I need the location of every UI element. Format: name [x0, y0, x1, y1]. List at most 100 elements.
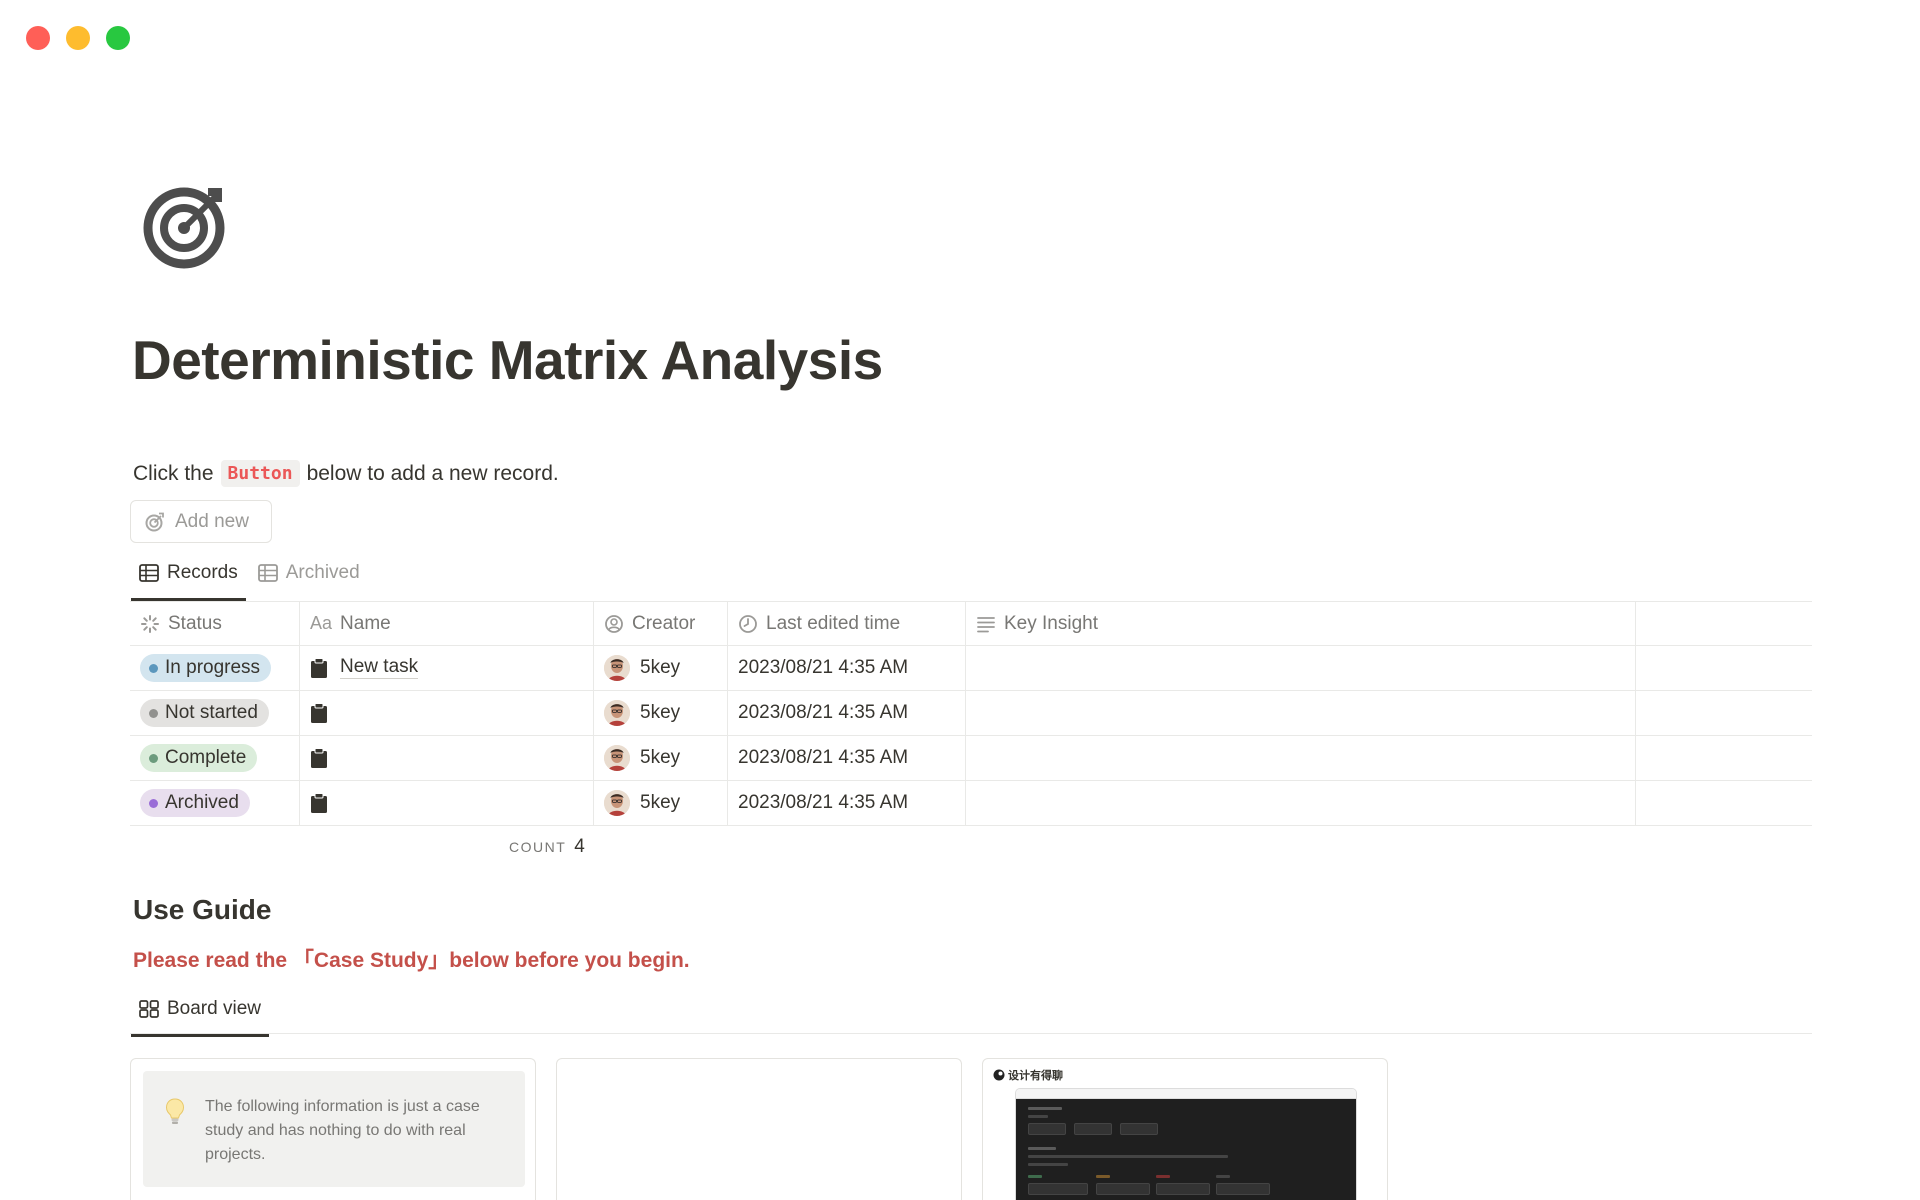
intro-after: below to add a new record. — [306, 461, 559, 485]
target-icon — [145, 512, 164, 531]
person-icon — [605, 614, 623, 633]
status-dot — [149, 708, 158, 718]
close-window-button[interactable] — [26, 26, 50, 50]
intro-before: Click the — [133, 461, 214, 485]
tab-board-view[interactable]: Board view — [131, 992, 269, 1037]
creator-name: 5key — [640, 792, 681, 813]
inline-code: Button — [220, 460, 300, 487]
table-row[interactable]: Not started 5key 2023/08/21 4:35 AM — [130, 691, 1812, 736]
column-creator-label: Creator — [632, 612, 696, 634]
lines-icon — [977, 616, 995, 632]
status-dot — [149, 798, 158, 808]
avatar — [604, 790, 630, 816]
board-view-tabs: Board view — [131, 992, 269, 1037]
table-icon — [257, 564, 278, 582]
record-name[interactable]: New task — [340, 656, 419, 679]
creator-name: 5key — [640, 747, 681, 768]
status-dot — [149, 663, 158, 673]
status-label: In progress — [165, 657, 261, 678]
creator-name: 5key — [640, 657, 681, 678]
card-cover-image — [1016, 1089, 1356, 1200]
divider — [130, 1033, 1812, 1034]
add-new-button[interactable]: Add new — [130, 500, 272, 543]
status-cell: Complete — [130, 736, 300, 780]
status-badge[interactable]: In progress — [140, 654, 272, 682]
time-cell: 2023/08/21 4:35 AM — [728, 691, 966, 735]
extra-cell — [1636, 781, 1812, 825]
name-cell: New task — [300, 646, 594, 690]
board-card[interactable]: The following information is just a case… — [130, 1058, 536, 1200]
column-status-label: Status — [168, 612, 222, 634]
column-key-insight-label: Key Insight — [1004, 612, 1098, 634]
status-cell: Not started — [130, 691, 300, 735]
maximize-window-button[interactable] — [106, 26, 130, 50]
clipboard-icon — [311, 793, 327, 813]
name-cell — [300, 781, 594, 825]
count-label: COUNT — [509, 839, 567, 855]
last-edited-value: 2023/08/21 4:35 AM — [738, 747, 909, 768]
status-dot — [149, 753, 158, 763]
tab-archived[interactable]: Archived — [250, 556, 368, 598]
table-row[interactable]: Complete 5key 2023/08/21 4:35 AM — [130, 736, 1812, 781]
clipboard-icon — [311, 703, 327, 723]
table-row[interactable]: Archived 5key 2023/08/21 4:35 AM — [130, 781, 1812, 826]
extra-cell — [1636, 736, 1812, 780]
last-edited-value: 2023/08/21 4:35 AM — [738, 792, 909, 813]
status-label: Not started — [165, 702, 258, 723]
insight-cell[interactable] — [966, 781, 1636, 825]
column-key-insight[interactable]: Key Insight — [966, 602, 1636, 645]
brand-logo-icon — [993, 1069, 1005, 1081]
records-table: Status Aa Name Creator Last edited time … — [130, 601, 1812, 826]
last-edited-value: 2023/08/21 4:35 AM — [738, 657, 909, 678]
creator-cell: 5key — [594, 781, 728, 825]
database-view-tabs: Records Archived — [131, 556, 368, 601]
board-card[interactable]: 设计有得聊 — [982, 1058, 1388, 1200]
creator-cell: 5key — [594, 646, 728, 690]
tab-records[interactable]: Records — [131, 556, 246, 601]
time-cell: 2023/08/21 4:35 AM — [728, 781, 966, 825]
status-badge[interactable]: Not started — [140, 699, 269, 727]
avatar — [604, 745, 630, 771]
callout: The following information is just a case… — [143, 1071, 525, 1187]
intro-text: Click the Button below to add a new reco… — [133, 460, 559, 487]
status-icon — [141, 614, 159, 633]
target-icon[interactable] — [142, 178, 234, 270]
status-label: Complete — [165, 747, 247, 768]
name-cell — [300, 736, 594, 780]
creator-cell: 5key — [594, 736, 728, 780]
column-status[interactable]: Status — [130, 602, 300, 645]
avatar — [604, 655, 630, 681]
clipboard-icon — [311, 748, 327, 768]
extra-cell — [1636, 646, 1812, 690]
avatar — [604, 700, 630, 726]
minimize-window-button[interactable] — [66, 26, 90, 50]
table-row[interactable]: In progress New task 5key 2023/08/21 4:3… — [130, 646, 1812, 691]
row-count[interactable]: COUNT 4 — [509, 836, 585, 858]
table-icon — [139, 564, 159, 582]
board-card[interactable] — [556, 1058, 962, 1200]
creator-name: 5key — [640, 702, 681, 723]
status-badge[interactable]: Archived — [140, 789, 250, 817]
column-add[interactable] — [1636, 602, 1812, 645]
use-guide-heading: Use Guide — [133, 894, 272, 925]
clipboard-icon — [311, 658, 327, 678]
column-name[interactable]: Aa Name — [300, 602, 594, 645]
window-controls — [26, 26, 130, 50]
tab-board-view-label: Board view — [167, 998, 261, 1019]
status-badge[interactable]: Complete — [140, 744, 258, 772]
page-title: Deterministic Matrix Analysis — [132, 329, 883, 391]
creator-cell: 5key — [594, 691, 728, 735]
tab-records-label: Records — [167, 562, 238, 583]
insight-cell[interactable] — [966, 736, 1636, 780]
board-icon — [139, 1000, 159, 1018]
tab-archived-label: Archived — [285, 562, 360, 583]
last-edited-value: 2023/08/21 4:35 AM — [738, 702, 909, 723]
clock-icon — [739, 614, 757, 633]
column-last-edited[interactable]: Last edited time — [728, 602, 966, 645]
column-creator[interactable]: Creator — [594, 602, 728, 645]
table-header: Status Aa Name Creator Last edited time … — [130, 601, 1812, 646]
guide-note: Please read the 「Case Study」below before… — [133, 949, 690, 972]
insight-cell[interactable] — [966, 646, 1636, 690]
insight-cell[interactable] — [966, 691, 1636, 735]
bulb-icon — [165, 1098, 185, 1124]
